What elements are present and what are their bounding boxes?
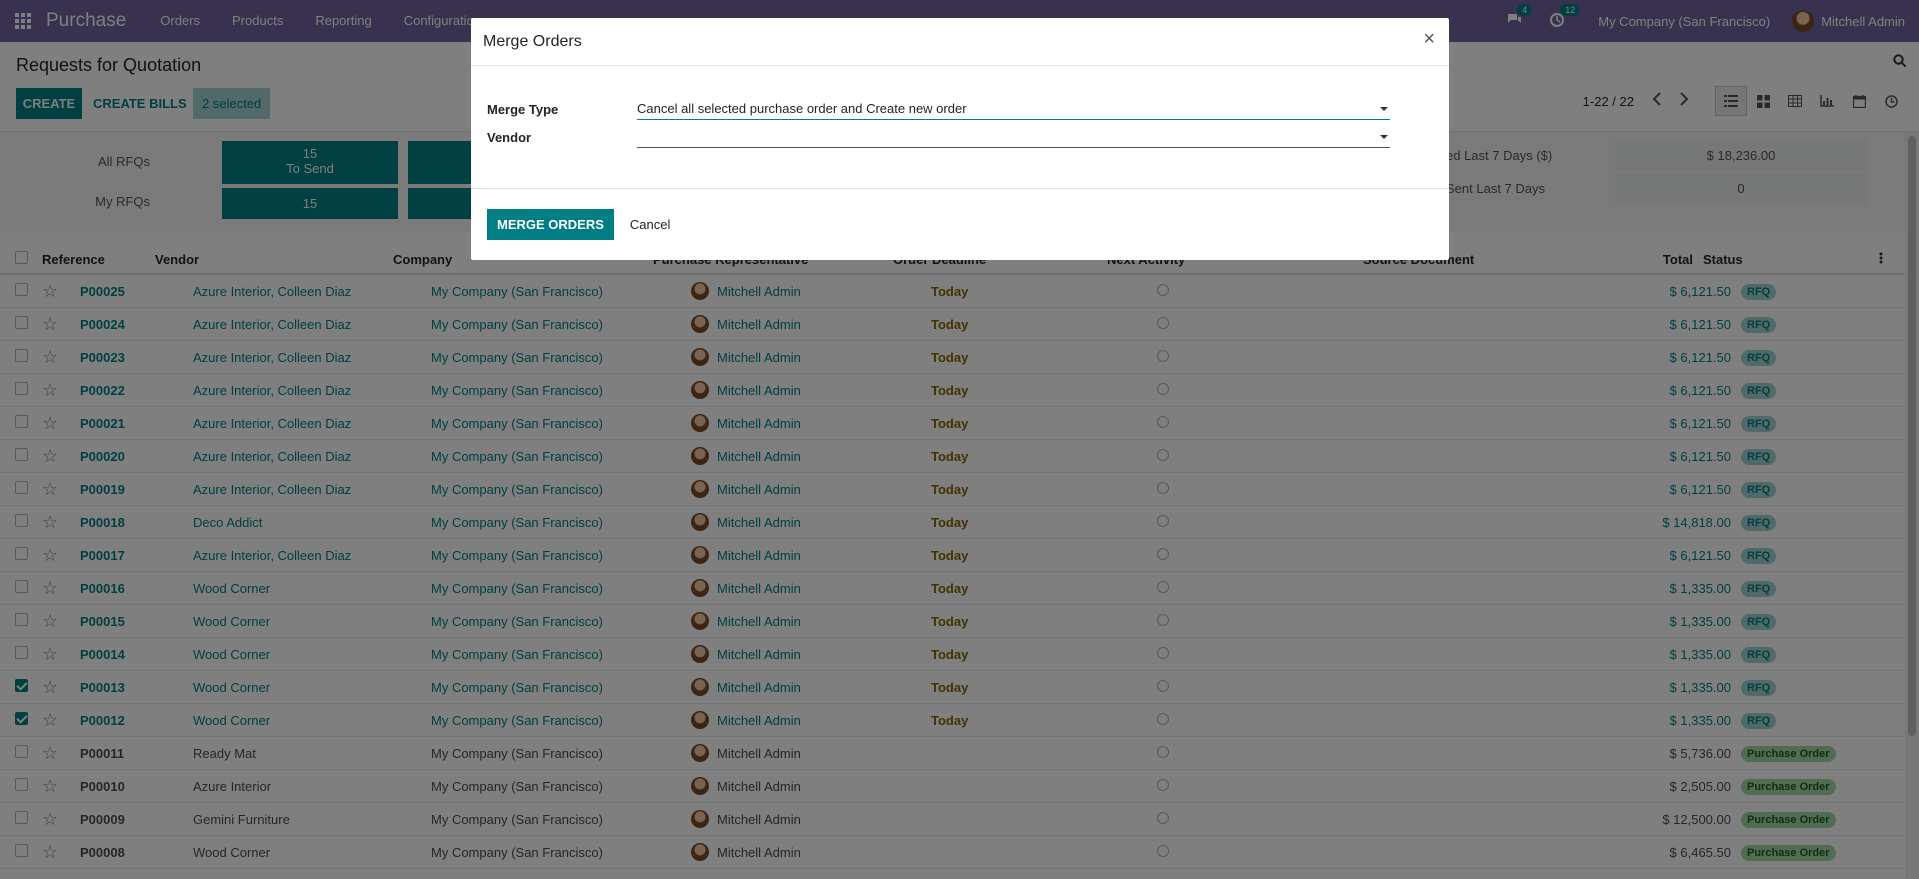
chevron-down-icon: [1380, 135, 1388, 139]
vendor-label: Vendor: [487, 130, 532, 145]
vendor-field[interactable]: [637, 126, 1390, 148]
modal-footer: MERGE ORDERS Cancel: [471, 189, 1449, 259]
chevron-down-icon: [1380, 107, 1388, 111]
merge-type-value: Cancel all selected purchase order and C…: [637, 101, 967, 116]
merge-orders-button[interactable]: MERGE ORDERS: [487, 208, 614, 240]
merge-type-select[interactable]: Cancel all selected purchase order and C…: [637, 98, 1390, 120]
cancel-button[interactable]: Cancel: [630, 217, 670, 232]
modal-header: Merge Orders ×: [471, 18, 1449, 66]
merge-type-label: Merge Type: [487, 102, 559, 117]
modal-body: Merge Type Cancel all selected purchase …: [471, 66, 1449, 189]
modal-title: Merge Orders: [483, 32, 582, 50]
merge-orders-dialog: Merge Orders × Merge Type Cancel all sel…: [471, 18, 1449, 260]
close-icon[interactable]: ×: [1423, 28, 1435, 51]
